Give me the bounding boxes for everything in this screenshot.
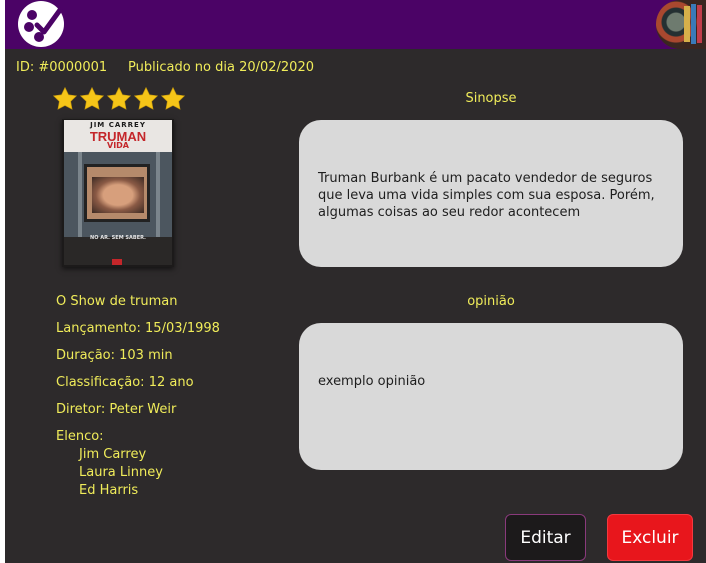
- poster-actor: JIM CARREY: [90, 121, 146, 129]
- opinion-heading: opinião: [467, 294, 515, 309]
- delete-button[interactable]: Excluir: [607, 514, 693, 561]
- opinion-box[interactable]: exemplo opinião: [299, 323, 683, 470]
- cast-member: Ed Harris: [79, 483, 139, 498]
- cast-label: Elenco:: [56, 429, 104, 444]
- synopsis-box: Truman Burbank é um pacato vendedor de s…: [299, 120, 683, 267]
- poster-tagline: NO AR. SEM SABER.: [90, 235, 146, 241]
- synopsis-heading: Sinopse: [465, 91, 517, 106]
- movie-title: O Show de truman: [56, 294, 178, 309]
- star-icon: [160, 86, 186, 110]
- opinion-text: exemplo opinião: [318, 374, 426, 389]
- synopsis-text: Truman Burbank é um pacato vendedor de s…: [318, 171, 655, 220]
- edit-button[interactable]: Editar: [505, 514, 586, 561]
- duration: Duração: 103 min: [56, 348, 173, 363]
- user-avatar[interactable]: [656, 0, 706, 49]
- movie-id: ID: #0000001: [16, 60, 108, 75]
- published-date: Publicado no dia 20/02/2020: [128, 60, 314, 75]
- star-icon: [79, 86, 105, 110]
- film-reel-check-icon[interactable]: [17, 0, 65, 48]
- poster-subtitle: VIDA: [107, 141, 129, 150]
- star-icon: [133, 86, 159, 110]
- star-icon: [106, 86, 132, 110]
- release-date: Lançamento: 15/03/1998: [56, 321, 220, 336]
- top-bar: [5, 0, 706, 49]
- movie-poster: JIM CARREY TRUMAN VIDA NO AR. SEM SABER.: [62, 119, 174, 267]
- cast-member: Laura Linney: [79, 465, 163, 480]
- age-rating: Classificação: 12 ano: [56, 375, 194, 390]
- star-rating: [52, 86, 186, 112]
- director: Diretor: Peter Weir: [56, 402, 177, 417]
- star-icon: [52, 86, 78, 110]
- cast-member: Jim Carrey: [79, 447, 147, 462]
